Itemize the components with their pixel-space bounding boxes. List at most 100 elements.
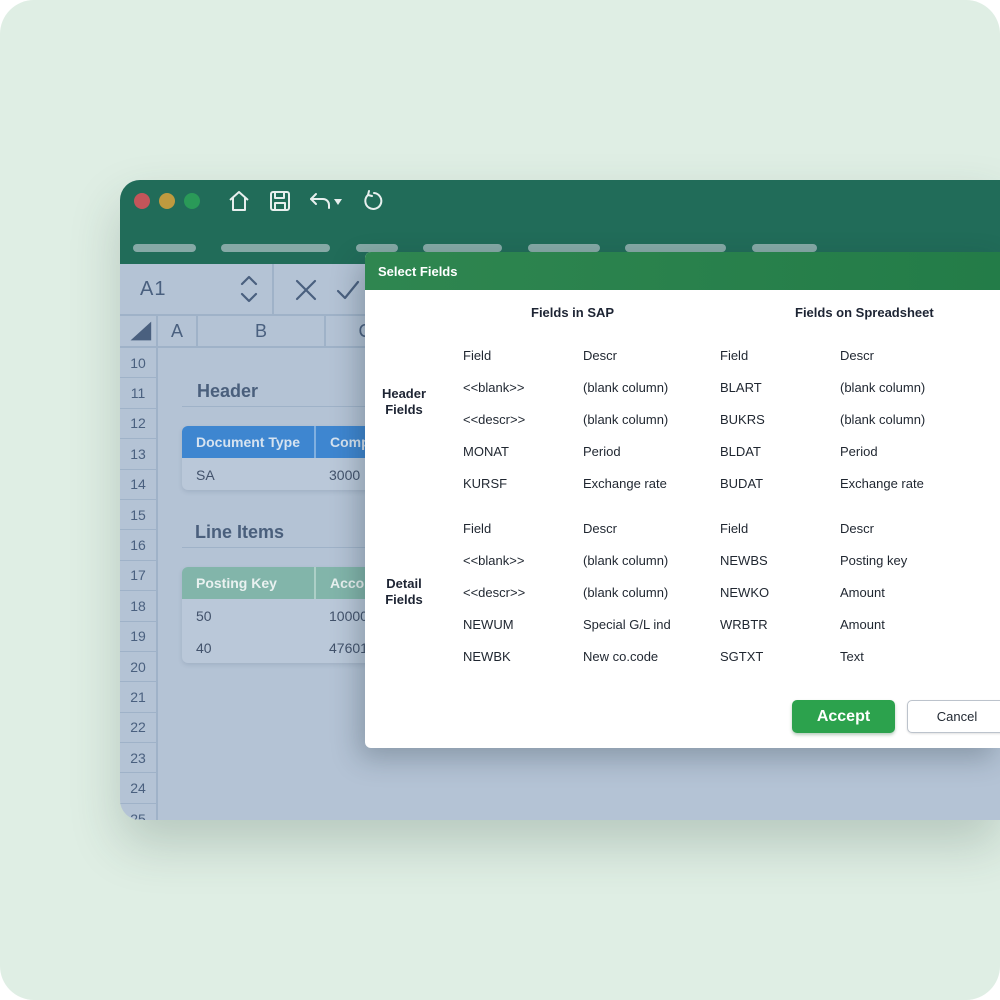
line-items-table-cell[interactable]: 10000 (329, 608, 368, 624)
row-header[interactable]: 23 (120, 743, 158, 774)
row-header[interactable]: 10 (120, 348, 158, 379)
row-header[interactable]: 24 (120, 773, 158, 804)
maximize-window-button[interactable] (184, 193, 200, 209)
row-header[interactable]: 14 (120, 469, 158, 500)
cancel-button[interactable]: Cancel (907, 700, 1000, 733)
header-sap-field[interactable]: <<descr>> (463, 412, 525, 427)
header-sap-field[interactable]: MONAT (463, 444, 509, 459)
header-column-header: Descr (583, 348, 617, 363)
menu-item-7[interactable] (752, 244, 817, 252)
stepper-arrows-icon[interactable] (238, 272, 260, 306)
detail-sap-descr[interactable]: (blank column) (583, 553, 668, 568)
row-header[interactable]: 18 (120, 591, 158, 622)
detail-spreadsheet-field[interactable]: NEWBS (720, 553, 768, 568)
name-box[interactable]: A1 (120, 264, 274, 314)
header-sap-descr[interactable]: Period (583, 444, 621, 459)
detail-sap-descr[interactable]: New co.code (583, 649, 658, 664)
detail-sap-field[interactable]: <<blank>> (463, 553, 524, 568)
detail-sap-field[interactable]: NEWBK (463, 649, 511, 664)
detail-spreadsheet-field[interactable]: NEWKO (720, 585, 769, 600)
row-header[interactable]: 13 (120, 439, 158, 470)
header-sap-descr[interactable]: (blank column) (583, 412, 668, 427)
confirm-entry-icon[interactable] (334, 276, 362, 304)
header-table-cell[interactable]: 3000 (329, 467, 360, 483)
row-header[interactable]: 25 (120, 803, 158, 820)
home-icon[interactable] (227, 189, 251, 213)
header-spreadsheet-descr[interactable]: (blank column) (840, 412, 925, 427)
line-items-table-cell[interactable]: 50 (196, 608, 212, 624)
detail-spreadsheet-field[interactable]: WRBTR (720, 617, 768, 632)
detail-spreadsheet-descr[interactable]: Text (840, 649, 864, 664)
refresh-icon[interactable] (360, 189, 384, 213)
detail-spreadsheet-field[interactable]: SGTXT (720, 649, 763, 664)
accept-button[interactable]: Accept (792, 700, 895, 733)
line-items-table: Posting Key Accou 50 10000 40 47601 (182, 567, 382, 663)
minimize-window-button[interactable] (159, 193, 175, 209)
name-box-value: A1 (140, 278, 167, 300)
sap-fields-heading: Fields in SAP (531, 305, 615, 320)
header-table: Document Type Comp SA 3000 (182, 426, 382, 490)
row-headers: 10 11 12 13 14 15 16 17 18 19 20 21 22 2… (120, 348, 158, 820)
dialog-title-bar[interactable]: Select Fields (365, 252, 1000, 290)
dialog-title: Select Fields (378, 264, 458, 279)
header-sap-descr[interactable]: (blank column) (583, 380, 668, 395)
row-header[interactable]: 16 (120, 530, 158, 561)
line-items-section-title: Line Items (195, 522, 285, 542)
close-window-button[interactable] (134, 193, 150, 209)
column-header-a[interactable]: A (158, 316, 198, 348)
row-header[interactable]: 21 (120, 682, 158, 713)
select-fields-dialog: Select Fields Fields in SAP Fields on Sp… (365, 252, 1000, 748)
header-fields-label: Header Fields (381, 386, 427, 417)
header-spreadsheet-descr[interactable]: (blank column) (840, 380, 925, 395)
header-spreadsheet-field[interactable]: BUDAT (720, 476, 763, 491)
line-items-table-column: Posting Key (182, 567, 316, 599)
row-header[interactable]: 12 (120, 408, 158, 440)
detail-sap-descr[interactable]: (blank column) (583, 585, 668, 600)
header-table-head: Document Type Comp (182, 426, 382, 458)
header-spreadsheet-descr[interactable]: Period (840, 444, 878, 459)
header-spreadsheet-field[interactable]: BUKRS (720, 412, 765, 427)
menu-item-5[interactable] (528, 244, 600, 252)
column-header-b[interactable]: B (198, 316, 326, 348)
save-icon[interactable] (268, 189, 292, 213)
detail-spreadsheet-descr[interactable]: Posting key (840, 553, 907, 568)
menu-item-3[interactable] (356, 244, 398, 252)
detail-spreadsheet-descr[interactable]: Amount (840, 617, 885, 632)
detail-column-header: Field (720, 521, 749, 536)
header-sap-field[interactable]: <<blank>> (463, 380, 524, 395)
header-spreadsheet-field[interactable]: BLDAT (720, 444, 761, 459)
line-items-table-cell[interactable]: 47601 (329, 640, 368, 656)
header-sap-field[interactable]: KURSF (463, 476, 507, 491)
row-header[interactable]: 15 (120, 499, 158, 531)
cancel-entry-icon[interactable] (292, 276, 320, 304)
line-items-table-cell[interactable]: 40 (196, 640, 212, 656)
header-spreadsheet-field[interactable]: BLART (720, 380, 762, 395)
header-column-header: Descr (840, 348, 874, 363)
header-column-header: Field (463, 348, 492, 363)
header-spreadsheet-descr[interactable]: Exchange rate (840, 476, 924, 491)
row-header[interactable]: 20 (120, 651, 158, 683)
dropdown-icon[interactable] (332, 189, 344, 213)
detail-sap-field[interactable]: NEWUM (463, 617, 514, 632)
header-divider (182, 406, 372, 407)
detail-sap-descr[interactable]: Special G/L ind (583, 617, 671, 632)
header-section-title: Header (197, 381, 259, 401)
header-column-header: Field (720, 348, 749, 363)
row-header[interactable]: 19 (120, 621, 158, 652)
menu-item-2[interactable] (221, 244, 330, 252)
undo-icon[interactable] (308, 189, 332, 213)
detail-sap-field[interactable]: <<descr>> (463, 585, 525, 600)
menu-item-6[interactable] (625, 244, 726, 252)
menu-item-4[interactable] (423, 244, 502, 252)
detail-column-header: Descr (840, 521, 874, 536)
select-all-corner[interactable] (120, 316, 158, 348)
row-header[interactable]: 22 (120, 712, 158, 744)
detail-spreadsheet-descr[interactable]: Amount (840, 585, 885, 600)
header-table-cell[interactable]: SA (196, 467, 215, 483)
header-sap-descr[interactable]: Exchange rate (583, 476, 667, 491)
row-header[interactable]: 17 (120, 560, 158, 592)
menu-item-1[interactable] (133, 244, 196, 252)
detail-column-header: Descr (583, 521, 617, 536)
header-table-column: Document Type (182, 426, 316, 458)
row-header[interactable]: 11 (120, 378, 158, 409)
